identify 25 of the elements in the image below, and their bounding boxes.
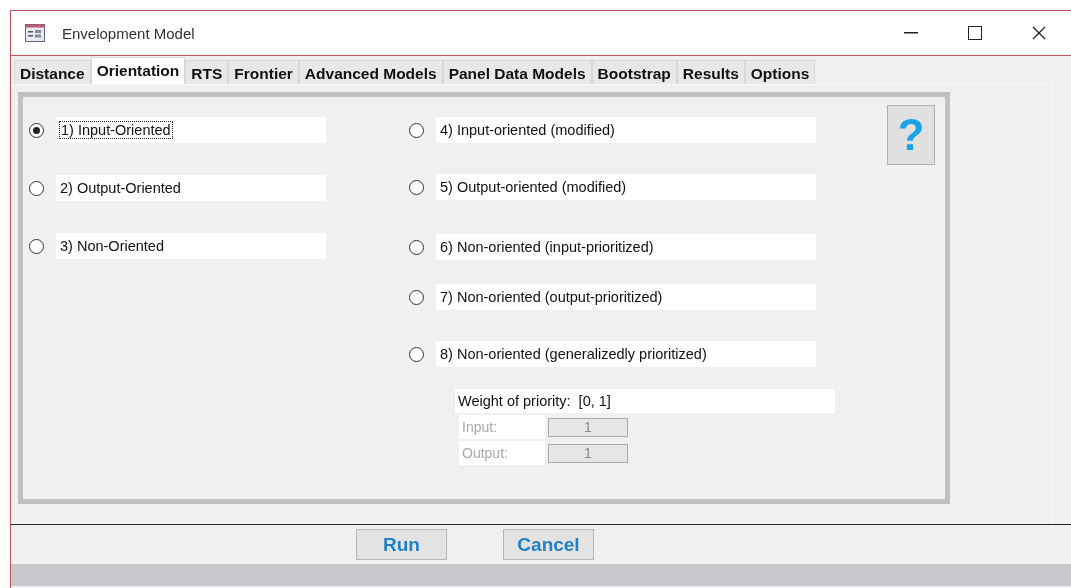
radio-button[interactable] — [409, 122, 424, 138]
radio-button[interactable] — [409, 346, 424, 362]
radio-button[interactable] — [29, 180, 44, 196]
window-title: Envelopment Model — [62, 24, 195, 42]
field-label: Input: — [459, 415, 545, 439]
tab[interactable]: Results — [676, 60, 745, 84]
tab[interactable]: Options — [744, 60, 816, 84]
radio-button[interactable] — [29, 238, 44, 254]
radio-button[interactable] — [29, 122, 44, 138]
close-icon[interactable] — [1032, 26, 1046, 40]
weight-heading: Weight of priority: [0, 1] — [455, 389, 835, 413]
tab[interactable]: Advanced Models — [298, 60, 443, 84]
tab[interactable]: Orientation — [90, 57, 186, 84]
tab[interactable]: Bootstrap — [591, 60, 677, 84]
tab[interactable]: Distance — [14, 60, 91, 84]
tab[interactable]: Frontier — [228, 60, 299, 84]
minimize-icon[interactable] — [904, 32, 918, 34]
tab[interactable]: RTS — [185, 60, 229, 84]
maximize-icon[interactable] — [968, 26, 982, 40]
form-icon — [25, 24, 45, 42]
radio-button[interactable] — [409, 179, 424, 195]
radio-button[interactable] — [409, 239, 424, 255]
field-label: Output: — [459, 441, 545, 465]
tab[interactable]: Panel Data Models — [442, 60, 592, 84]
radio-button[interactable] — [409, 289, 424, 305]
